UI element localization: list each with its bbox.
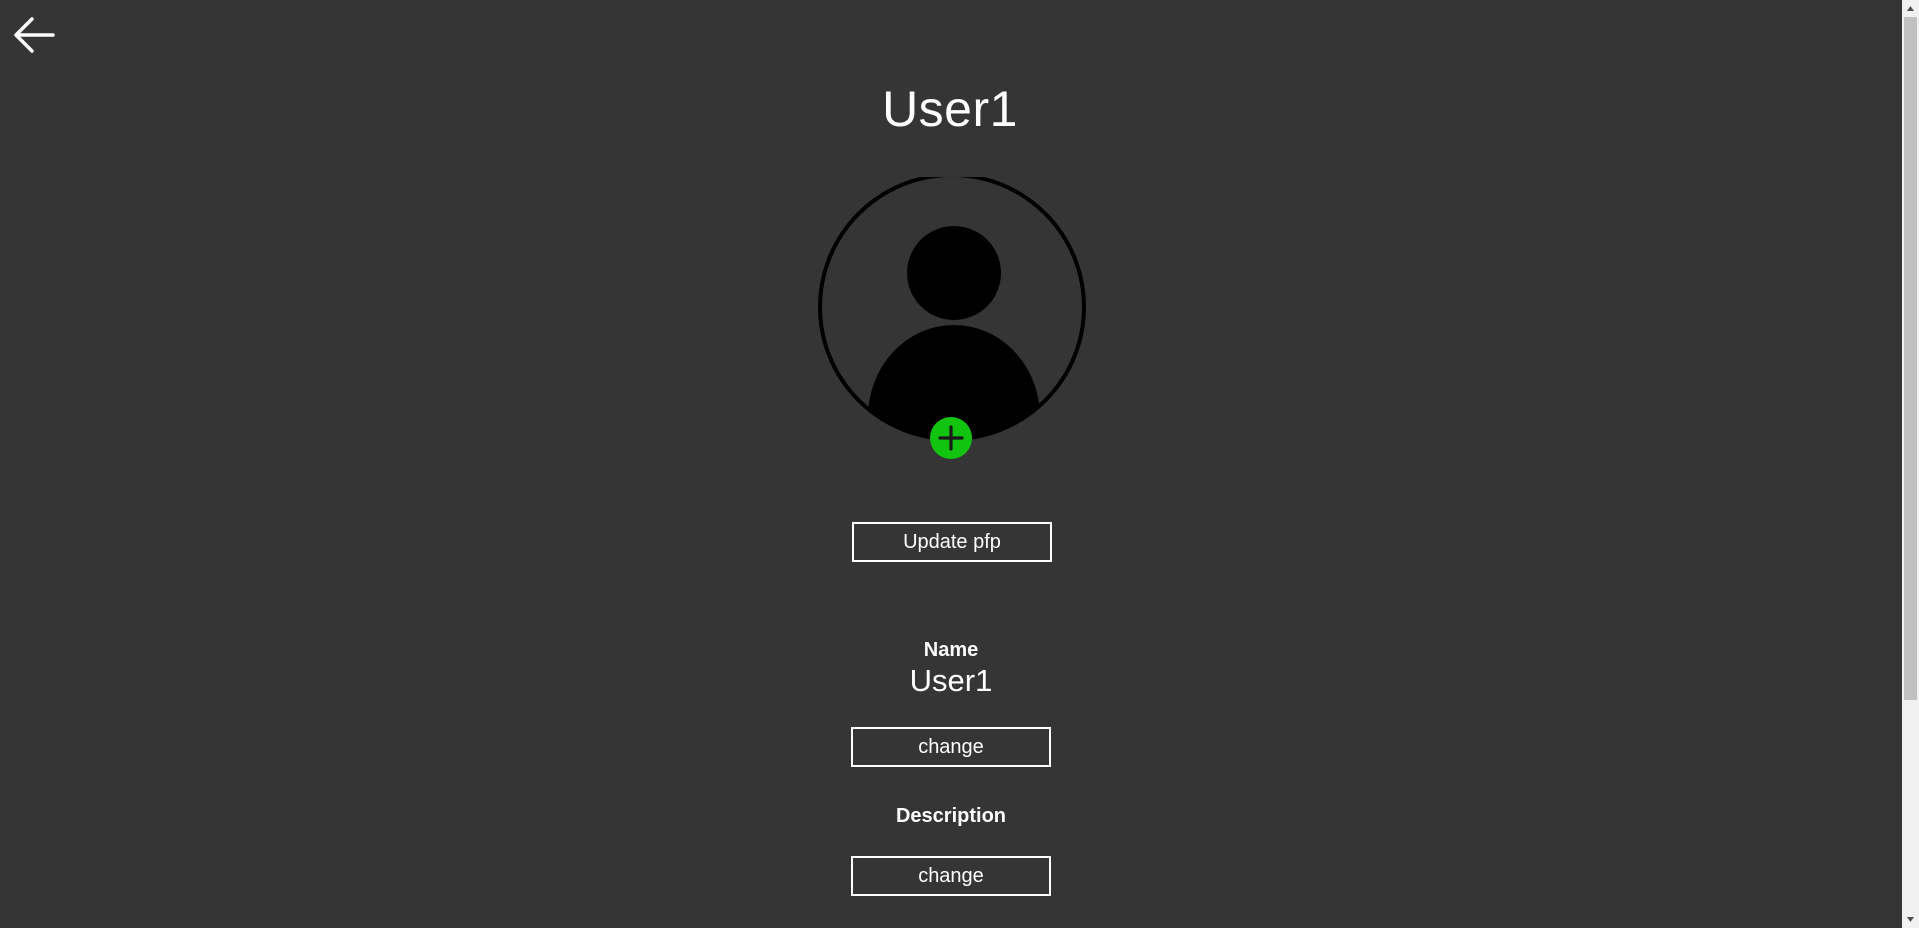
- plus-icon: [938, 425, 964, 451]
- name-value: User1: [909, 663, 993, 698]
- back-button[interactable]: [13, 16, 55, 54]
- scrollbar-thumb[interactable]: [1904, 17, 1917, 700]
- profile-page: User1 Update pfp Name User1 change Descr…: [0, 0, 1919, 928]
- scroll-down-arrow-icon[interactable]: [1902, 911, 1919, 928]
- change-name-button[interactable]: change: [851, 727, 1051, 767]
- name-label: Name: [923, 639, 979, 661]
- description-label: Description: [895, 805, 1007, 827]
- add-pfp-button[interactable]: [930, 417, 972, 459]
- change-description-button[interactable]: change: [851, 856, 1051, 896]
- scroll-up-arrow-icon[interactable]: [1902, 0, 1919, 17]
- update-pfp-button[interactable]: Update pfp: [852, 522, 1052, 562]
- arrow-left-icon: [14, 17, 55, 53]
- vertical-scrollbar[interactable]: [1902, 0, 1919, 928]
- page-title: User1: [882, 81, 1018, 137]
